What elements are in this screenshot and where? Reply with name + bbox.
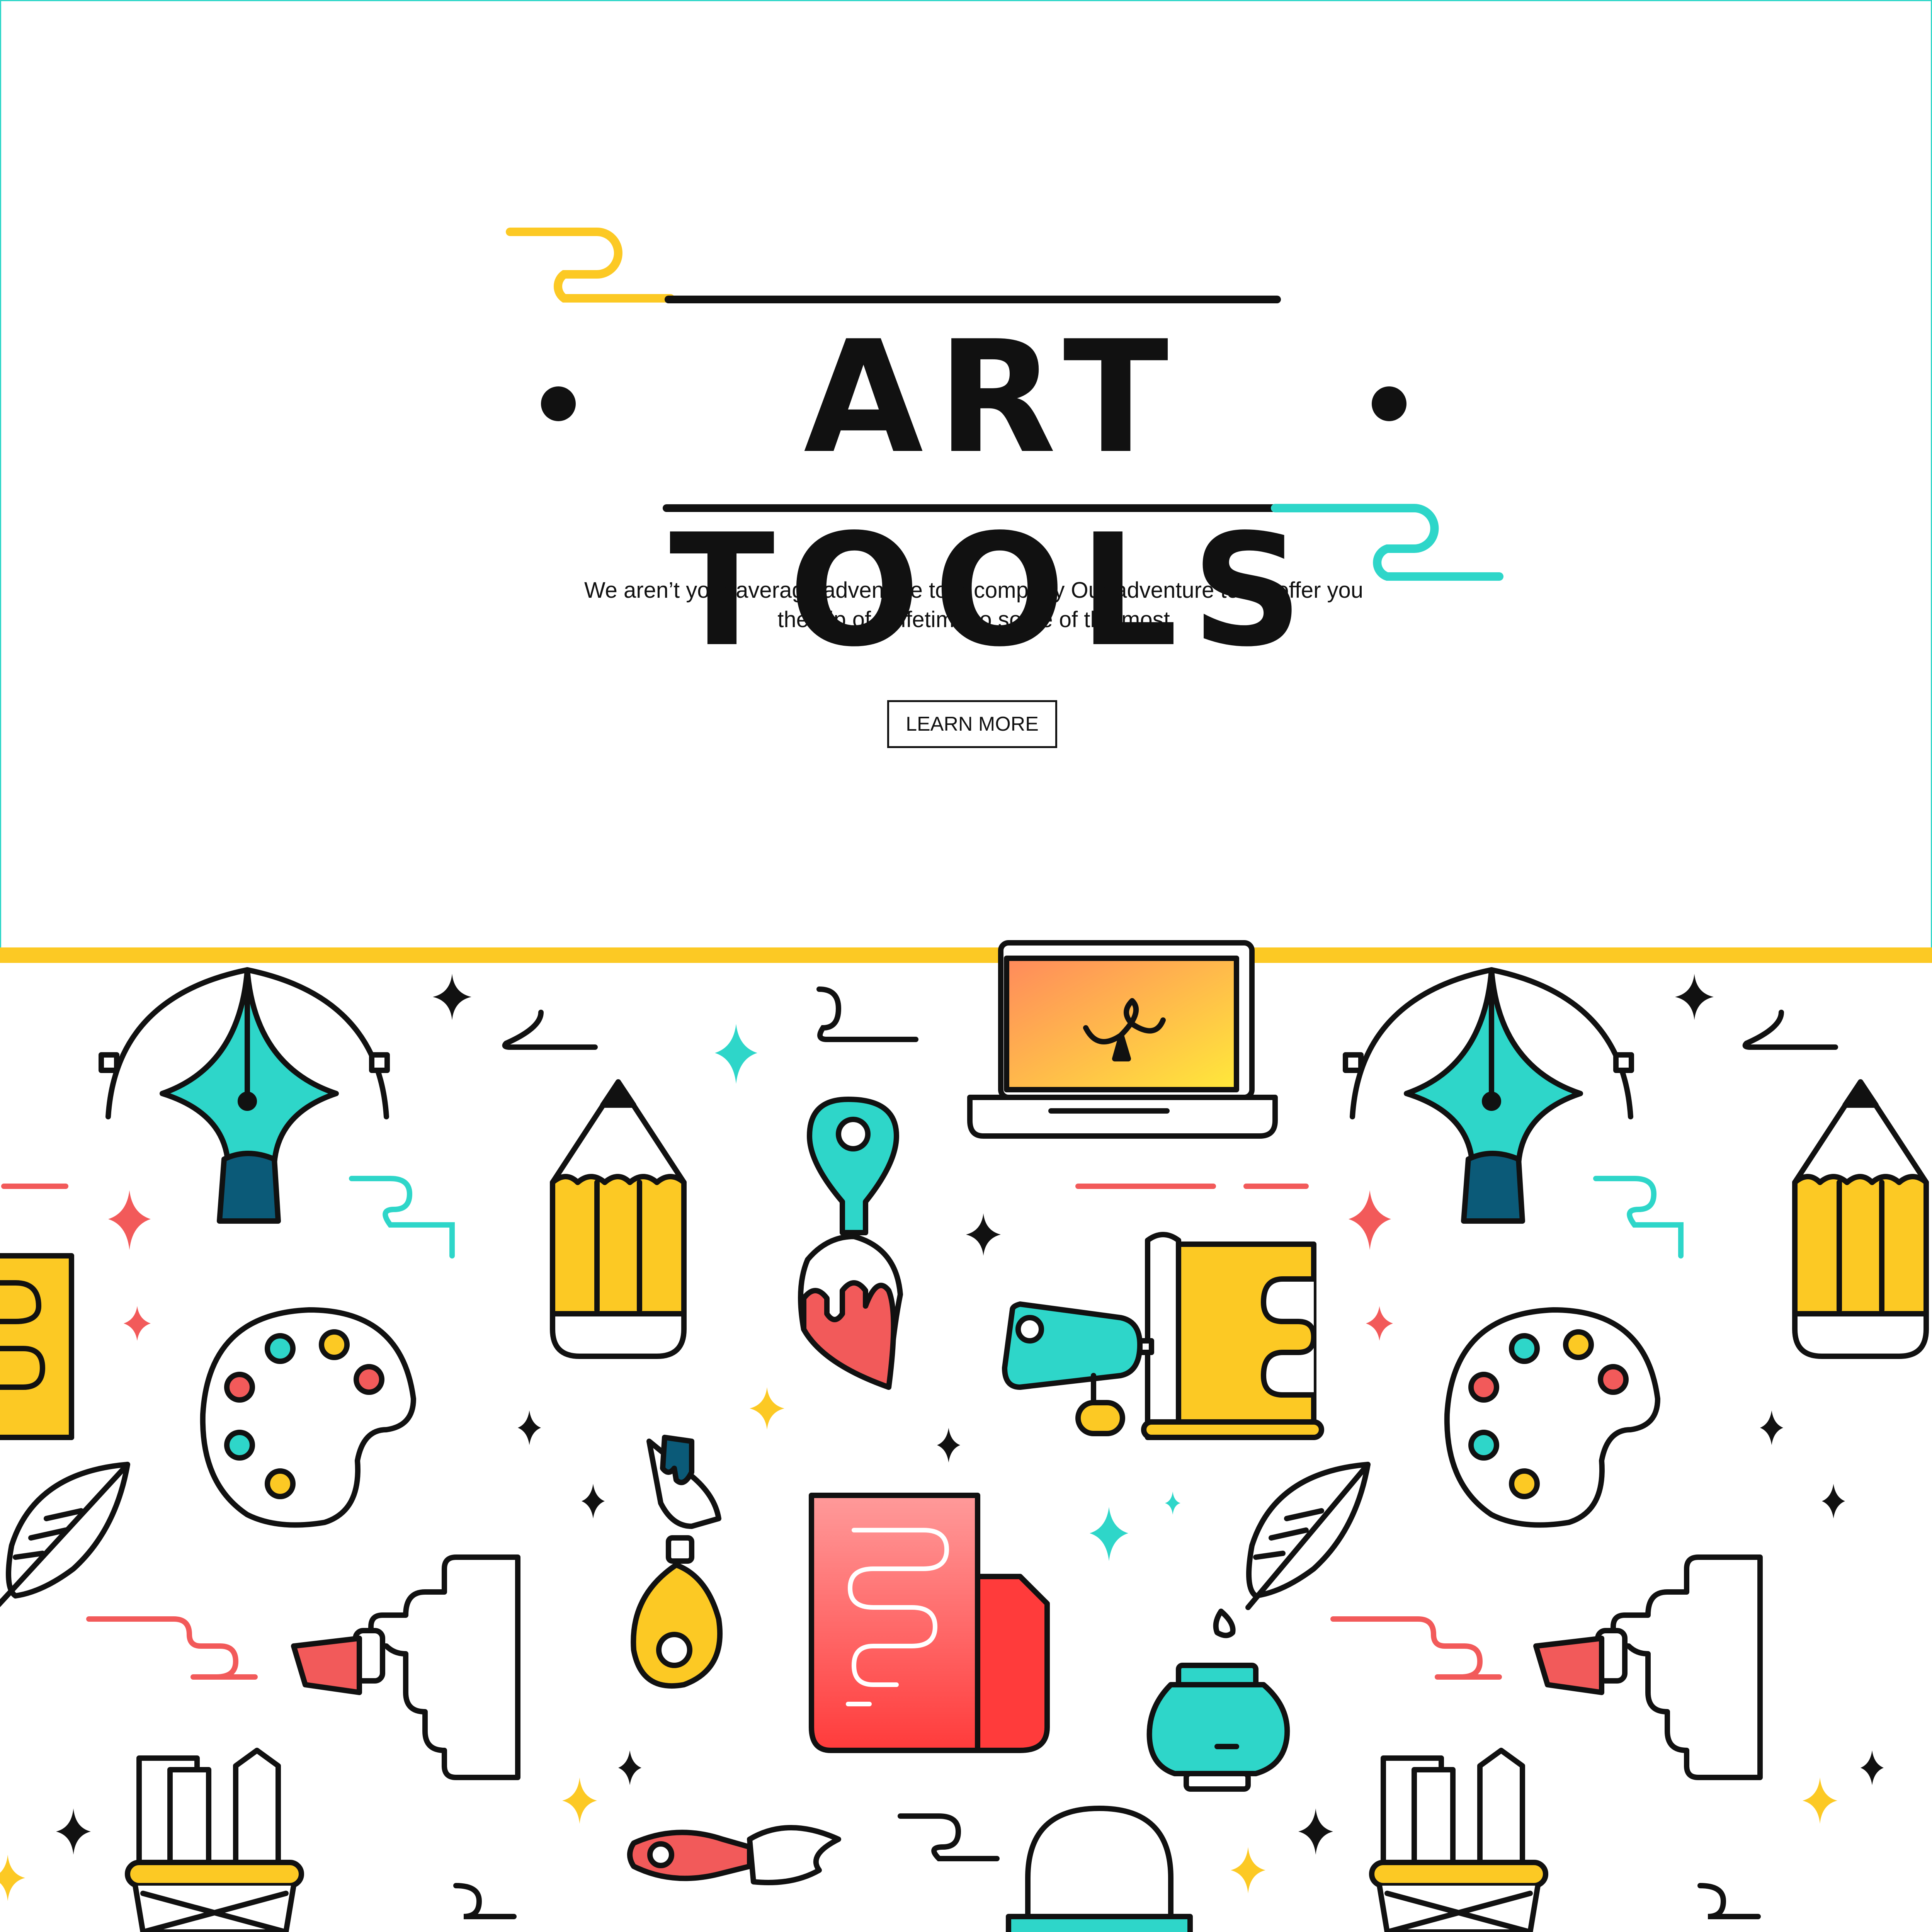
pencil-icon (1792, 1079, 1929, 1359)
paintbrush-icon (798, 1097, 903, 1390)
squiggle-dark (898, 1813, 1000, 1861)
pen-nib-icon (99, 967, 390, 1224)
pencil-cup-icon (125, 1748, 304, 1932)
squiggle-dark (1742, 1010, 1838, 1050)
feather-quill-icon (1245, 1462, 1371, 1610)
paint-tube-icon (1002, 1232, 1324, 1440)
pen-nib-icon (1343, 967, 1634, 1224)
squiggle-dark (502, 1010, 598, 1050)
pencil-cup-icon (1369, 1748, 1548, 1932)
feather-quill-icon (0, 1462, 130, 1607)
squiggle-dark (1697, 1883, 1761, 1919)
squiggle-red (1330, 1616, 1502, 1680)
pencil-icon (550, 1079, 687, 1359)
glue-bottle-icon (1006, 1806, 1193, 1932)
squiggle-teal (349, 1176, 455, 1259)
palette-icon (1444, 1307, 1660, 1528)
laptop-icon (967, 940, 1278, 1139)
squiggle-dark (816, 986, 918, 1042)
squiggle-red (86, 1616, 258, 1680)
glue-bottle-icon (1533, 1554, 1763, 1780)
glue-bottle-icon (291, 1554, 520, 1780)
paint-tube-icon (0, 1253, 74, 1440)
squiggle-dark (453, 1883, 517, 1919)
palette-icon (200, 1307, 416, 1528)
paper-scroll-icon (809, 1493, 1050, 1753)
paintbrush-icon (627, 1825, 841, 1885)
art-tools-pattern (0, 940, 1929, 1932)
ink-bottle-icon (1146, 1609, 1290, 1792)
ink-pen-icon (631, 1435, 723, 1689)
squiggle-teal (1593, 1176, 1684, 1259)
